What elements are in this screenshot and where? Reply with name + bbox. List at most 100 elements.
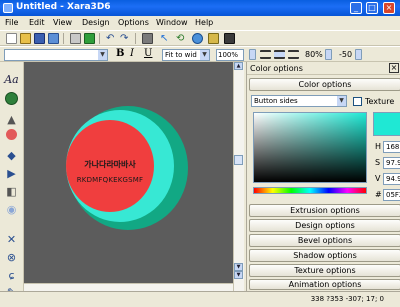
italic-button[interactable]: I (130, 48, 134, 59)
minimize-button[interactable]: _ (350, 2, 362, 14)
hex-label: # (375, 190, 382, 199)
animation-tool-icon[interactable]: ✕ (4, 232, 19, 247)
save-icon[interactable] (34, 33, 45, 44)
toolbar-separator (63, 33, 64, 44)
texture-label: Texture (365, 97, 395, 106)
options-panel: Color options × Color options Button sid… (246, 62, 400, 291)
app-icon (3, 3, 13, 13)
menu-view[interactable]: View (53, 18, 72, 27)
title-bar: Untitled - Xara3D6 _ □ × (0, 0, 400, 16)
button-tool-icon[interactable] (6, 129, 17, 140)
color-picker-square[interactable] (253, 112, 367, 183)
light-icon[interactable] (192, 33, 203, 44)
menu-bar: File Edit View Design Options Window Hel… (0, 16, 400, 30)
main-toolbar: ↶ ↷ ↖ ⟲ (0, 30, 400, 46)
target-select[interactable]: Button sides ▼ (251, 95, 347, 107)
status-bar: 338 ?353 -307; 17; 0 (0, 291, 400, 307)
close-button[interactable]: × (383, 2, 395, 14)
3d-button-graphic[interactable] (24, 62, 233, 283)
vertical-scrollbar[interactable]: ▲ ▼ ▼ (233, 62, 244, 291)
target-dropdown-icon: ▼ (337, 96, 346, 106)
hex-value: 05F2 (386, 191, 400, 199)
shadow-tool-icon[interactable]: ◧ (4, 184, 19, 199)
underline-button[interactable]: U (144, 48, 152, 59)
bold-button[interactable]: B (116, 48, 124, 59)
toolbar-separator (99, 33, 100, 44)
cursor-icon[interactable]: ↖ (160, 33, 171, 44)
h-label: H (375, 142, 382, 151)
animation-options-button[interactable]: Animation options (249, 279, 400, 290)
color-options-button[interactable]: Color options (249, 78, 400, 91)
loop-tool-icon[interactable]: ɕ (4, 268, 19, 283)
extrude-tool-icon[interactable]: ◆ (4, 148, 19, 163)
bulb-icon[interactable] (208, 33, 219, 44)
copy-icon[interactable] (142, 33, 153, 44)
scroll-thumb[interactable] (234, 155, 243, 165)
panel-header: Color options × (247, 62, 400, 75)
angle-value[interactable]: -50 (339, 50, 352, 59)
font-select[interactable]: ▼ (4, 49, 108, 61)
play-anim-tool-icon[interactable]: ⊗ (4, 250, 19, 265)
menu-help[interactable]: Help (195, 18, 213, 27)
hex-input[interactable]: 05F2 (383, 189, 400, 201)
menu-window[interactable]: Window (156, 18, 188, 27)
canvas-area[interactable]: 가나다라마바사 RKDMFQKEKGSMF (24, 62, 233, 291)
h-value: 168.8 (386, 143, 400, 151)
new-file-icon[interactable] (6, 33, 17, 44)
export-image-icon[interactable] (70, 33, 81, 44)
texture-checkbox[interactable] (353, 97, 362, 106)
menu-file[interactable]: File (5, 18, 18, 27)
align-right-icon[interactable] (288, 50, 299, 59)
undo-icon[interactable]: ↶ (106, 33, 117, 44)
target-select-value: Button sides (254, 97, 298, 105)
percent-value[interactable]: 80% (305, 50, 323, 59)
s-input[interactable]: 97.9 (383, 157, 400, 169)
percent-spinner-icon[interactable] (325, 49, 332, 60)
v-value: 94.9 (386, 175, 400, 183)
window-title: Untitled - Xara3D6 (16, 2, 111, 12)
texture-options-button[interactable]: Texture options (249, 264, 400, 277)
button-text-line2: RKDMFQKEKGSMF (76, 176, 144, 184)
menu-options[interactable]: Options (118, 18, 149, 27)
open-folder-icon[interactable] (20, 33, 31, 44)
s-label: S (375, 158, 381, 167)
angle-spinner-icon[interactable] (355, 49, 362, 60)
fit-dropdown-icon: ▼ (200, 50, 209, 60)
color-swatch (373, 112, 400, 136)
align-left-icon[interactable] (260, 50, 271, 59)
zoom-spinner-icon[interactable] (249, 49, 256, 60)
hue-slider[interactable] (253, 187, 367, 194)
v-input[interactable]: 94.9 (383, 173, 400, 185)
shadow-options-button[interactable]: Shadow options (249, 249, 400, 262)
panel-title: Color options (250, 64, 303, 73)
scroll-down-icon[interactable]: ▼ (234, 263, 243, 271)
export-icon[interactable] (48, 33, 59, 44)
menu-edit[interactable]: Edit (29, 18, 45, 27)
font-dropdown-icon: ▼ (98, 50, 107, 60)
design-options-button[interactable]: Design options (249, 219, 400, 232)
h-input[interactable]: 168.8 (383, 141, 400, 153)
fit-select-value: Fit to wid (165, 51, 197, 59)
extrusion-options-button[interactable]: Extrusion options (249, 204, 400, 217)
menu-design[interactable]: Design (82, 18, 110, 27)
align-center-icon[interactable] (274, 50, 285, 59)
scroll-up-icon[interactable]: ▲ (234, 62, 243, 70)
bevel-tool-icon[interactable]: ▶ (4, 166, 19, 181)
texture-tool-icon[interactable]: ◉ (4, 202, 19, 217)
status-text: 338 ?353 -307; 17; 0 (310, 295, 384, 303)
play-icon[interactable] (84, 33, 95, 44)
redo-icon[interactable]: ↷ (120, 33, 131, 44)
shade-tool-icon[interactable]: ▲ (4, 112, 19, 127)
view-icon[interactable] (224, 33, 235, 44)
bevel-options-button[interactable]: Bevel options (249, 234, 400, 247)
color-tool-icon[interactable] (5, 92, 18, 105)
maximize-button[interactable]: □ (366, 2, 378, 14)
fit-select[interactable]: Fit to wid ▼ (162, 49, 210, 61)
tool-palette: Aa ▲ ◆ ▶ ◧ ◉ ✕ ⊗ ɕ ✎ (0, 62, 24, 299)
panel-close-icon[interactable]: × (389, 63, 399, 73)
scroll-down-icon-2[interactable]: ▼ (234, 271, 243, 279)
zoom-input[interactable]: 100% (216, 49, 244, 61)
rotate-icon[interactable]: ⟲ (176, 33, 187, 44)
toolbar-separator (135, 33, 136, 44)
text-tool-icon[interactable]: Aa (4, 72, 19, 87)
